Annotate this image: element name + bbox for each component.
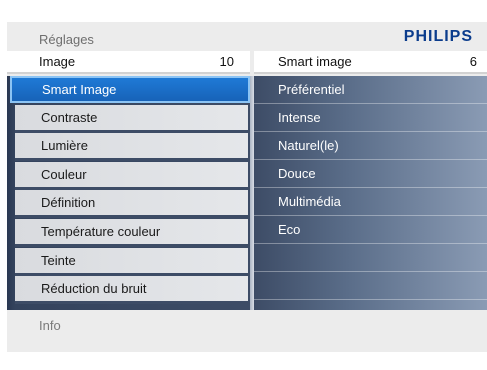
- menu-item-teinte[interactable]: Teinte: [15, 248, 248, 276]
- menu-title: Réglages: [39, 32, 94, 47]
- option-label: Naturel(le): [278, 138, 339, 153]
- option-label: Multimédia: [278, 194, 341, 209]
- option-multimedia[interactable]: Multimédia: [254, 188, 487, 216]
- option-intense[interactable]: Intense: [254, 104, 487, 132]
- option-eco[interactable]: Eco: [254, 216, 487, 244]
- option-douce[interactable]: Douce: [254, 160, 487, 188]
- menu-item-contraste[interactable]: Contraste: [15, 105, 248, 133]
- info-text: Info: [39, 318, 61, 333]
- right-column-count: 6: [469, 54, 477, 69]
- menu-item-temperature-couleur[interactable]: Température couleur: [15, 219, 248, 247]
- option-label: Préférentiel: [278, 82, 345, 97]
- smart-image-options: Préférentiel Intense Naturel(le) Douce M…: [254, 76, 487, 310]
- right-column-header: Smart image 6: [254, 51, 487, 74]
- option-empty-row: [254, 272, 487, 300]
- settings-list: Smart Image Contraste Lumière Couleur Dé…: [7, 76, 250, 310]
- menu-item-label: Contraste: [41, 110, 98, 125]
- menu-item-label: Réduction du bruit: [41, 281, 147, 296]
- menu-item-label: Température couleur: [41, 224, 161, 239]
- top-bar: Réglages PHILIPS: [7, 22, 487, 50]
- menu-item-label: Smart Image: [42, 82, 117, 97]
- menu-item-smart-image[interactable]: Smart Image: [10, 76, 250, 103]
- menu-item-label: Définition: [41, 195, 96, 210]
- option-naturel[interactable]: Naturel(le): [254, 132, 487, 160]
- menu-item-label: Teinte: [41, 253, 76, 268]
- menu-item-lumiere[interactable]: Lumière: [15, 133, 248, 161]
- tv-menu-frame: Réglages PHILIPS Image 10 Smart image 6 …: [7, 22, 487, 352]
- right-column-label: Smart image: [278, 54, 352, 69]
- left-column-header: Image 10: [7, 51, 250, 74]
- menu-item-definition[interactable]: Définition: [15, 190, 248, 218]
- left-column-label: Image: [39, 54, 76, 69]
- menu-item-reduction-du-bruit[interactable]: Réduction du bruit: [15, 276, 248, 304]
- option-preferentiel[interactable]: Préférentiel: [254, 76, 487, 104]
- left-column-count: 10: [219, 54, 234, 69]
- menu-item-label: Lumière: [41, 138, 88, 153]
- option-empty-row: [254, 244, 487, 272]
- menu-item-couleur[interactable]: Couleur: [15, 162, 248, 190]
- brand-logo: PHILIPS: [403, 28, 473, 45]
- option-label: Intense: [278, 110, 321, 125]
- menu-item-label: Couleur: [41, 167, 87, 182]
- option-label: Eco: [278, 222, 301, 237]
- option-label: Douce: [278, 166, 316, 181]
